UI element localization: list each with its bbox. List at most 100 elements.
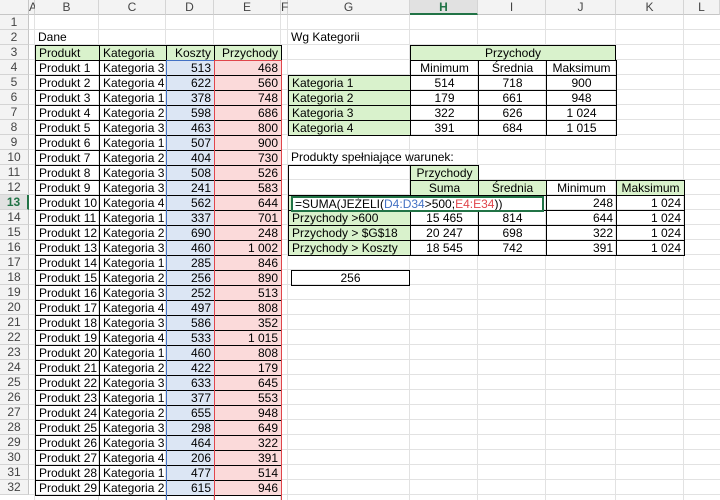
dane-cell[interactable]: Produkt 28 [35, 465, 100, 481]
dane-cell[interactable]: Produkt 4 [35, 105, 100, 121]
dane-cell[interactable]: Produkt 19 [35, 330, 100, 346]
dane-cell[interactable]: 730 [214, 150, 282, 166]
dane-cell[interactable]: 248 [214, 225, 282, 241]
row-header-21[interactable]: 21 [0, 315, 29, 330]
dane-cell[interactable]: 241 [166, 180, 215, 196]
dane-cell[interactable]: Produkt 26 [35, 435, 100, 451]
row-header-4[interactable]: 4 [0, 60, 29, 75]
dane-cell[interactable]: Kategoria 3 [99, 60, 167, 76]
dane-cell[interactable]: Kategoria 3 [99, 165, 167, 181]
dane-cell[interactable]: Produkt 9 [35, 180, 100, 196]
dane-cell[interactable]: 468 [214, 60, 282, 76]
dane-cell[interactable]: 615 [166, 480, 215, 496]
warunek-cell[interactable]: 814 [478, 210, 547, 226]
dane-cell[interactable]: Kategoria 3 [99, 375, 167, 391]
row-header-29[interactable]: 29 [0, 435, 29, 450]
dane-cell[interactable]: 464 [166, 435, 215, 451]
dane-cell[interactable]: 560 [214, 75, 282, 91]
wg-kategorii-cell[interactable]: 900 [546, 75, 617, 91]
dane-cell[interactable]: Kategoria 3 [99, 315, 167, 331]
dane-cell[interactable]: Kategoria 2 [99, 150, 167, 166]
row-header-30[interactable]: 30 [0, 450, 29, 465]
wg-kategorii-header-2[interactable]: Maksimum [546, 60, 617, 76]
dane-cell[interactable]: Produkt 1 [35, 60, 100, 76]
dane-cell[interactable]: Produkt 6 [35, 135, 100, 151]
wg-kategorii-header-0[interactable]: Minimum [410, 60, 479, 76]
dane-cell[interactable]: 513 [166, 60, 215, 76]
row-header-19[interactable]: 19 [0, 285, 29, 300]
wg-kategorii-cell[interactable]: 684 [478, 120, 547, 136]
warunek-cell[interactable]: 1 024 [616, 210, 685, 226]
wg-kategorii-cell[interactable]: 391 [410, 120, 479, 136]
dane-cell[interactable]: 497 [166, 300, 215, 316]
column-header-b[interactable]: B [35, 0, 99, 15]
row-header-17[interactable]: 17 [0, 255, 29, 270]
dane-cell[interactable]: 206 [166, 450, 215, 466]
wg-kategorii-label[interactable]: Kategoria 3 [288, 105, 411, 121]
dane-cell[interactable]: 686 [214, 105, 282, 121]
column-header-l[interactable]: L [684, 0, 720, 15]
dane-cell[interactable]: 404 [166, 150, 215, 166]
formula-edit-cell[interactable]: =SUMA(JEŻELI(D4:D34>500;E4:E34)) [291, 196, 544, 212]
wg-kategorii-cell[interactable]: 179 [410, 90, 479, 106]
row-header-20[interactable]: 20 [0, 300, 29, 315]
dane-cell[interactable]: Produkt 17 [35, 300, 100, 316]
wg-kategorii-cell[interactable]: 1 015 [546, 120, 617, 136]
row-header-27[interactable]: 27 [0, 405, 29, 420]
wg-kategorii-cell[interactable]: 1 024 [546, 105, 617, 121]
dane-cell[interactable]: 900 [214, 135, 282, 151]
dane-cell[interactable]: Produkt 27 [35, 450, 100, 466]
dane-cell[interactable]: 337 [166, 210, 215, 226]
dane-cell[interactable]: 526 [214, 165, 282, 181]
row-header-1[interactable]: 1 [0, 15, 29, 30]
dane-cell[interactable]: Produkt 11 [35, 210, 100, 226]
dane-cell[interactable]: 463 [166, 120, 215, 136]
warunek-header-1[interactable]: Średnia [478, 180, 547, 196]
wg-kategorii-label[interactable]: Kategoria 2 [288, 90, 411, 106]
dane-cell[interactable]: 655 [166, 405, 215, 421]
warunek-cell[interactable]: 18 545 [410, 240, 479, 256]
dane-cell[interactable]: Produkt 5 [35, 120, 100, 136]
select-all-corner[interactable] [0, 0, 29, 15]
dane-cell[interactable]: 256 [166, 270, 215, 286]
dane-cell[interactable]: 890 [214, 270, 282, 286]
dane-cell[interactable]: 748 [214, 90, 282, 106]
row-header-10[interactable]: 10 [0, 150, 29, 165]
warunek-cell[interactable]: 15 465 [410, 210, 479, 226]
dane-cell[interactable]: Kategoria 1 [99, 255, 167, 271]
column-header-k[interactable]: K [616, 0, 684, 15]
row-header-16[interactable]: 16 [0, 240, 29, 255]
dane-cell[interactable]: Kategoria 4 [99, 195, 167, 211]
dane-cell[interactable]: 644 [214, 195, 282, 211]
dane-cell[interactable]: Kategoria 3 [99, 240, 167, 256]
dane-cell[interactable]: 378 [166, 90, 215, 106]
dane-cell[interactable]: 1 002 [214, 240, 282, 256]
row-header-12[interactable]: 12 [0, 180, 29, 195]
dane-cell[interactable]: 460 [166, 240, 215, 256]
dane-cell[interactable]: 477 [166, 465, 215, 481]
dane-cell[interactable]: Kategoria 1 [99, 345, 167, 361]
dane-cell[interactable]: 553 [214, 390, 282, 406]
dane-cell[interactable]: Produkt 8 [35, 165, 100, 181]
dane-cell[interactable]: Produkt 29 [35, 480, 100, 496]
column-header-e[interactable]: E [214, 0, 281, 15]
row-header-13[interactable]: 13 [0, 195, 29, 210]
wg-kategorii-cell[interactable]: 322 [410, 105, 479, 121]
dane-cell[interactable]: 649 [214, 420, 282, 436]
row-header-24[interactable]: 24 [0, 360, 29, 375]
dane-cell[interactable]: Produkt 10 [35, 195, 100, 211]
dane-cell[interactable]: 701 [214, 210, 282, 226]
wg-kategorii-cell[interactable]: 718 [478, 75, 547, 91]
dane-cell[interactable]: Kategoria 4 [99, 450, 167, 466]
warunek-header-3[interactable]: Maksimum [616, 180, 685, 196]
column-header-g[interactable]: G [288, 0, 410, 15]
column-header-f[interactable]: F [281, 0, 288, 15]
row-header-26[interactable]: 26 [0, 390, 29, 405]
dane-cell[interactable]: 645 [214, 375, 282, 391]
row-header-25[interactable]: 25 [0, 375, 29, 390]
wg-kategorii-label[interactable]: Kategoria 4 [288, 120, 411, 136]
warunek-label[interactable]: Przychody > Koszty [288, 240, 411, 256]
dane-cell[interactable]: Kategoria 2 [99, 105, 167, 121]
dane-cell[interactable]: Produkt 20 [35, 345, 100, 361]
dane-cell[interactable]: 322 [214, 435, 282, 451]
